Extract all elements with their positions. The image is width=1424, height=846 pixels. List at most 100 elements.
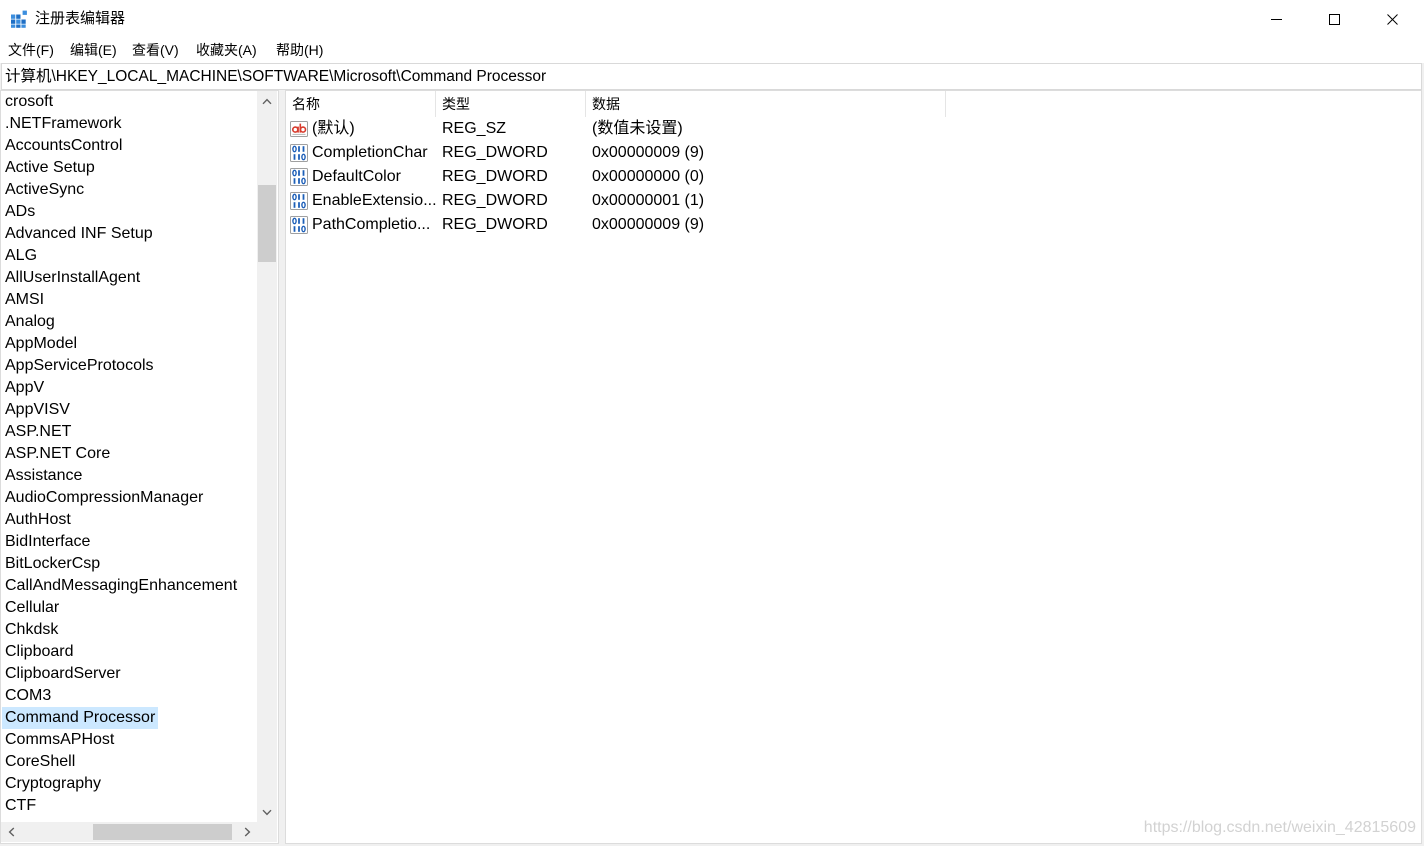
value-row[interactable]: DefaultColor REG_DWORD 0x00000000 (0) [286, 165, 946, 189]
key-tree-pane: crosoft .NETFramework AccountsControl Activ… [0, 90, 279, 844]
tree-item-clipboard[interactable]: Clipboard [1, 641, 257, 663]
string-value-icon [290, 120, 308, 138]
maximize-icon [1328, 13, 1340, 25]
value-name: EnableExtensio... [312, 192, 437, 209]
scroll-left-button[interactable] [1, 822, 21, 842]
tree-item-clipboardserver[interactable]: ClipboardServer [1, 663, 257, 685]
binary-value-icon [290, 144, 308, 162]
registry-editor-icon-graphic [11, 10, 27, 28]
tree-item-activesync[interactable]: ActiveSync [1, 179, 257, 201]
tree-item-authhost[interactable]: AuthHost [1, 509, 257, 531]
tree-item-label: ADs [5, 203, 36, 220]
value-type: REG_SZ [442, 120, 507, 137]
tree-item-label: ASP.NET [5, 423, 72, 440]
tree-item-analog[interactable]: Analog [1, 311, 257, 333]
value-row[interactable]: (默认) REG_SZ (数值未设置) [286, 117, 946, 141]
tree-item-label: CTF [5, 797, 37, 814]
chevron-up-icon [262, 98, 272, 104]
tree-item-ads[interactable]: ADs [1, 201, 257, 223]
menu-help[interactable]: 帮助(H) [276, 38, 323, 63]
scroll-down-button[interactable] [257, 802, 277, 822]
tree-item-alluserinstallagent[interactable]: AllUserInstallAgent [1, 267, 257, 289]
key-tree: crosoft .NETFramework AccountsControl Activ… [1, 91, 257, 822]
menu-view[interactable]: 查看(V) [132, 38, 179, 63]
tree-item-command-processor[interactable]: Command Processor [1, 707, 257, 729]
tree-item-amsi[interactable]: AMSI [1, 289, 257, 311]
tree-item-alg[interactable]: ALG [1, 245, 257, 267]
tree-item-advanced-inf-setup[interactable]: Advanced INF Setup [1, 223, 257, 245]
tree-item-crosoft[interactable]: crosoft [1, 91, 257, 113]
value-name: DefaultColor [312, 168, 401, 185]
tree-item-cryptography[interactable]: Cryptography [1, 773, 257, 795]
column-header-name[interactable]: 名称 [286, 91, 436, 117]
tree-item-appmodel[interactable]: AppModel [1, 333, 257, 355]
tree-item-label: BitLockerCsp [5, 555, 101, 572]
binary-value-icon [290, 168, 308, 186]
tree-item-coreshell[interactable]: CoreShell [1, 751, 257, 773]
tree-item-label-selected: Command Processor [2, 707, 159, 729]
horizontal-scroll-thumb[interactable] [93, 824, 232, 840]
tree-item-callandmessagingenhancement[interactable]: CallAndMessagingEnhancement [1, 575, 257, 597]
title-bar[interactable]: 注册表编辑器 [0, 0, 1424, 38]
scroll-right-button[interactable] [237, 822, 257, 842]
menu-bar: 文件(F) 编辑(E) 查看(V) 收藏夹(A) 帮助(H) [0, 38, 1424, 63]
chevron-right-icon [244, 827, 250, 837]
close-button[interactable] [1363, 0, 1421, 38]
tree-item-assistance[interactable]: Assistance [1, 465, 257, 487]
tree-item-cellular[interactable]: Cellular [1, 597, 257, 619]
tree-item-accountscontrol[interactable]: AccountsControl [1, 135, 257, 157]
tree-item-label: Cellular [5, 599, 60, 616]
tree-item-label: Advanced INF Setup [5, 225, 153, 242]
binary-value-icon [290, 216, 308, 234]
tree-horizontal-scrollbar[interactable] [1, 822, 257, 842]
tree-item-appv[interactable]: AppV [1, 377, 257, 399]
tree-item-label: AppServiceProtocols [5, 357, 154, 374]
tree-item-appserviceprotocols[interactable]: AppServiceProtocols [1, 355, 257, 377]
tree-item-label: crosoft [5, 93, 54, 110]
tree-item-bidinterface[interactable]: BidInterface [1, 531, 257, 553]
tree-item-appvisv[interactable]: AppVISV [1, 399, 257, 421]
registry-editor-icon[interactable] [10, 10, 28, 28]
binary-value-icon [290, 192, 308, 210]
tree-item-active-setup[interactable]: Active Setup [1, 157, 257, 179]
value-data: 0x00000001 (1) [592, 192, 705, 209]
menu-favorites[interactable]: 收藏夹(A) [196, 38, 257, 63]
list-header: 名称 类型 数据 [286, 91, 946, 117]
menu-edit[interactable]: 编辑(E) [70, 38, 117, 63]
tree-item-label: CommsAPHost [5, 731, 115, 748]
vertical-scroll-thumb[interactable] [258, 185, 276, 262]
minimize-button[interactable] [1247, 0, 1305, 38]
tree-item-netframework[interactable]: .NETFramework [1, 113, 257, 135]
tree-item-audiocompressionmanager[interactable]: AudioCompressionManager [1, 487, 257, 509]
value-row[interactable]: PathCompletio... REG_DWORD 0x00000009 (9) [286, 213, 946, 237]
value-row[interactable]: CompletionChar REG_DWORD 0x00000009 (9) [286, 141, 946, 165]
maximize-button[interactable] [1305, 0, 1363, 38]
tree-item-label: AppV [5, 379, 45, 396]
tree-item-chkdsk[interactable]: Chkdsk [1, 619, 257, 641]
tree-item-label: CallAndMessagingEnhancement [5, 577, 238, 594]
tree-item-label: BidInterface [5, 533, 91, 550]
column-header-type[interactable]: 类型 [436, 91, 586, 117]
scroll-up-button[interactable] [257, 91, 277, 111]
tree-item-ctf[interactable]: CTF [1, 795, 257, 817]
tree-item-asp-net[interactable]: ASP.NET [1, 421, 257, 443]
value-type: REG_DWORD [442, 192, 548, 209]
column-header-data[interactable]: 数据 [586, 91, 946, 117]
tree-item-label: Active Setup [5, 159, 95, 176]
menu-file[interactable]: 文件(F) [8, 38, 54, 63]
value-name: PathCompletio... [312, 216, 431, 233]
value-row[interactable]: EnableExtensio... REG_DWORD 0x00000001 (1) [286, 189, 946, 213]
tree-item-asp-net-core[interactable]: ASP.NET Core [1, 443, 257, 465]
tree-item-bitlockercsp[interactable]: BitLockerCsp [1, 553, 257, 575]
value-type: REG_DWORD [442, 168, 548, 185]
tree-item-commsaphost[interactable]: CommsAPHost [1, 729, 257, 751]
tree-vertical-scrollbar[interactable] [257, 91, 277, 822]
value-name: CompletionChar [312, 144, 428, 161]
chevron-down-icon [262, 809, 272, 815]
tree-item-label: Analog [5, 313, 55, 330]
values-list: (默认) REG_SZ (数值未设置) CompletionChar REG_DWORD… [286, 117, 946, 237]
tree-item-label: .NETFramework [5, 115, 122, 132]
tree-item-com3[interactable]: COM3 [1, 685, 257, 707]
tree-item-label: AllUserInstallAgent [5, 269, 141, 286]
address-bar[interactable]: 计算机\HKEY_LOCAL_MACHINE\SOFTWARE\Microsof… [1, 63, 1422, 90]
